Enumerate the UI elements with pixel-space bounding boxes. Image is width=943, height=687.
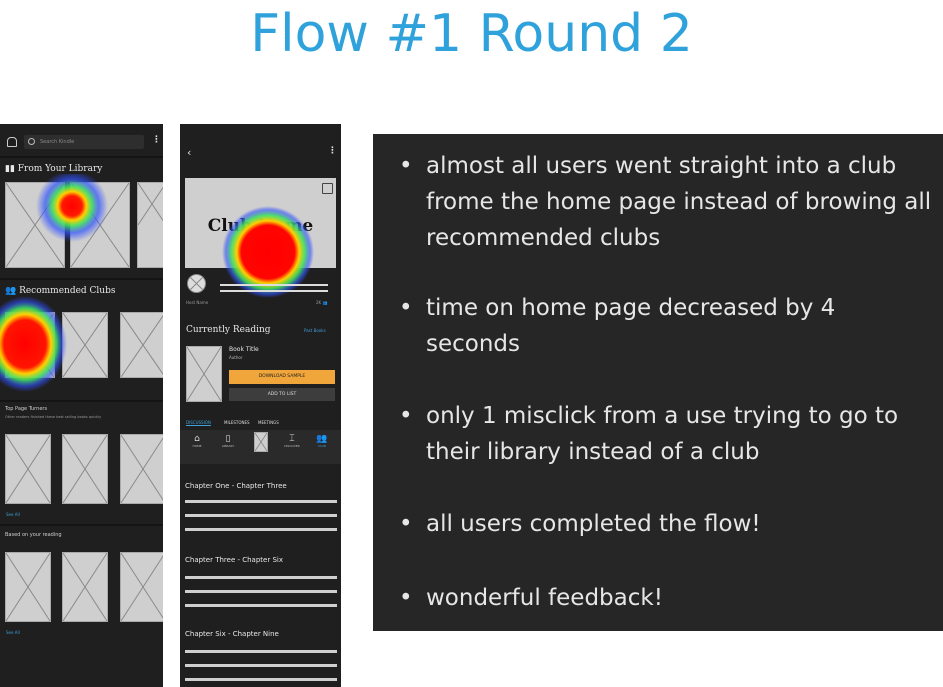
chapter-heading-1: Chapter One - Chapter Three [185, 482, 287, 490]
club-card-3[interactable] [120, 312, 163, 378]
nav-club[interactable]: 👥 CLUB [311, 434, 333, 448]
text-line [185, 500, 337, 503]
book-card[interactable] [62, 552, 108, 622]
search-input[interactable]: Search Kindle [24, 135, 144, 149]
download-sample-button[interactable]: DOWNLOAD SAMPLE [229, 370, 335, 384]
library-book-3[interactable] [137, 182, 163, 268]
findings-panel: • almost all users went straight into a c… [373, 134, 943, 631]
text-line [185, 678, 337, 681]
text-line [185, 528, 337, 531]
add-to-list-button[interactable]: ADD TO LIST [229, 388, 335, 401]
tab-meetings[interactable]: MEETINGS [258, 420, 279, 425]
book-cover[interactable] [186, 346, 222, 402]
nav-center[interactable] [250, 432, 272, 454]
host-avatar[interactable] [187, 274, 206, 293]
more-menu-icon[interactable]: ⋮ [152, 136, 161, 145]
text-line [220, 290, 328, 292]
group-icon: 👥 [316, 434, 328, 444]
see-all-link[interactable]: See All [6, 512, 20, 517]
book-card[interactable] [120, 434, 163, 504]
home-icon: ⌂ [194, 434, 200, 444]
placeholder-image [254, 432, 268, 452]
book-card[interactable] [120, 552, 163, 622]
top-bar: Search Kindle ⋮ [0, 134, 163, 156]
bottom-nav: ⌂ HOME ▯ LIBRARY ⌶ DISCOVER 👥 CLUB [180, 430, 341, 464]
divider [0, 156, 163, 158]
book-card[interactable] [62, 434, 108, 504]
tab-milestones[interactable]: MILESTONES [224, 420, 250, 425]
heatmap-hotspot-clubs [0, 296, 67, 392]
divider [0, 524, 163, 526]
more-menu-icon[interactable]: ⋮ [328, 146, 337, 156]
tab-discussion[interactable]: DISCUSSION [186, 420, 211, 425]
bookmark-icon: ⌶ [289, 434, 295, 444]
currently-reading-heading: Currently Reading [186, 325, 271, 335]
text-line [185, 604, 337, 607]
host-name: Host Name [186, 300, 209, 305]
text-line [185, 664, 337, 667]
book-author: Author [229, 355, 243, 360]
book-card[interactable] [5, 552, 51, 622]
divider [0, 278, 163, 280]
home-screen-mockup: Search Kindle ⋮ ▮▮ From Your Library � [0, 124, 163, 687]
text-line [185, 650, 337, 653]
nav-home[interactable]: ⌂ HOME [186, 434, 208, 448]
book-icon: ▮▮ [5, 164, 18, 174]
club-screen-mockup: ‹ ⋮ Club Name Host Name 2K 👥 Currently R… [180, 124, 341, 687]
top-page-turners-subtitle: Other readers finished these best sellin… [5, 415, 102, 419]
book-icon: ▯ [225, 434, 231, 444]
text-line [220, 284, 328, 286]
nav-library[interactable]: ▯ LIBRARY [217, 434, 239, 448]
heatmap-hotspot-library [36, 174, 108, 242]
chapter-heading-3: Chapter Six - Chapter Nine [185, 630, 279, 638]
chapter-heading-2: Chapter Three - Chapter Six [185, 556, 283, 564]
from-library-heading: ▮▮ From Your Library [5, 164, 103, 174]
back-chevron-icon[interactable]: ‹ [187, 146, 191, 159]
bell-icon[interactable] [7, 137, 17, 147]
share-icon[interactable] [322, 183, 333, 194]
text-line [185, 576, 337, 579]
book-card[interactable] [5, 434, 51, 504]
divider [0, 400, 163, 402]
text-line [185, 590, 337, 593]
see-all-link[interactable]: See All [6, 630, 20, 635]
based-on-reading-heading: Based on your reading [5, 532, 62, 538]
search-icon [28, 138, 35, 145]
page-title: Flow #1 Round 2 [250, 4, 693, 64]
past-books-link[interactable]: Past Books [304, 328, 326, 333]
group-icon: 👥 [322, 300, 328, 305]
member-count: 2K 👥 [316, 300, 328, 305]
nav-discover[interactable]: ⌶ DISCOVER [281, 434, 303, 448]
text-line [185, 514, 337, 517]
book-title: Book Title [229, 346, 259, 353]
top-page-turners-heading: Top Page Turners [5, 406, 48, 412]
